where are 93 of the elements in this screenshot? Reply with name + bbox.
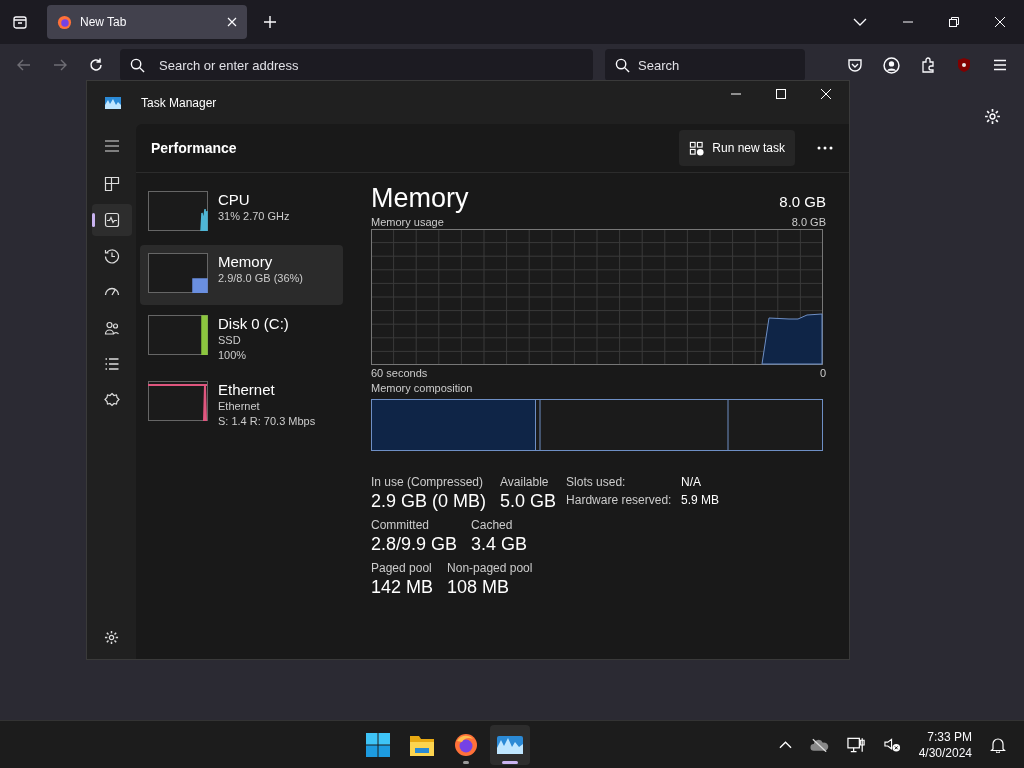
extensions-icon[interactable] <box>920 57 936 73</box>
stat-label: Paged pool <box>371 561 433 575</box>
stat-value: 142 MB <box>371 577 434 598</box>
resource-item[interactable]: Ethernet Ethernet S: 1.4 R: 70.3 Mbps <box>140 373 343 437</box>
mini-graph <box>148 315 208 355</box>
maximize-icon[interactable] <box>776 88 786 99</box>
chevron-up-icon[interactable] <box>778 740 792 749</box>
browser-icon <box>454 732 479 757</box>
stat-label: Non-paged pool <box>447 561 533 575</box>
mini-graph <box>148 191 208 231</box>
total-memory: 8.0 GB <box>779 193 826 210</box>
search-bar[interactable]: Search <box>605 49 805 81</box>
stat-label: Cached <box>471 518 514 532</box>
address-bar[interactable]: Search or enter address <box>120 49 593 81</box>
mini-graph <box>148 253 208 293</box>
composition-label: Memory composition <box>371 382 473 394</box>
resource-name: Ethernet <box>218 381 276 399</box>
more-icon[interactable] <box>817 146 833 150</box>
history-icon <box>103 248 120 264</box>
info-value: N/A <box>681 475 703 489</box>
browser-tab[interactable]: New Tab <box>47 5 247 39</box>
processes-icon <box>103 176 120 192</box>
clock-time[interactable]: 7:33 PM <box>927 728 972 745</box>
run-new-task-button[interactable]: Run new task <box>679 130 795 166</box>
tab-title: New Tab <box>80 15 128 29</box>
resource-name: Disk 0 (C:) <box>218 315 289 333</box>
resource-item[interactable]: Memory 2.9/8.0 GB (36%) <box>140 245 343 305</box>
detail-title: Memory <box>371 183 469 214</box>
back-icon[interactable] <box>16 57 32 73</box>
resource-name: Memory <box>218 253 274 271</box>
clock-date[interactable]: 4/30/2024 <box>918 744 972 761</box>
settings-icon <box>104 629 119 645</box>
users-icon <box>103 320 120 336</box>
resource-detail: 31% 2.70 GHz <box>218 209 290 224</box>
network-icon[interactable] <box>846 736 866 753</box>
chevron-down-icon[interactable] <box>853 18 867 26</box>
account-icon[interactable] <box>883 56 900 74</box>
graph-max-label: 8.0 GB <box>791 216 826 228</box>
mini-graph <box>148 381 208 421</box>
stat-value: 2.9 GB (0 MB) <box>371 491 487 512</box>
search-icon <box>130 57 145 73</box>
info-value: 5.9 MB <box>681 493 720 507</box>
stat-label: Available <box>500 475 550 489</box>
window-title: Task Manager <box>141 95 217 110</box>
axis-label: 0 <box>819 367 826 379</box>
volume-muted-icon[interactable] <box>883 736 901 753</box>
tab-overview-icon[interactable] <box>12 14 28 30</box>
resource-detail: SSD <box>218 333 242 348</box>
reload-icon[interactable] <box>88 57 104 73</box>
stat-label: Committed <box>371 518 430 532</box>
notification-icon[interactable] <box>990 736 1006 753</box>
menu-icon[interactable] <box>992 57 1008 73</box>
nav-item[interactable] <box>91 204 132 236</box>
stat-label: In use (Compressed) <box>371 475 485 489</box>
resource-detail: S: 1.4 R: 70.3 Mbps <box>218 414 316 429</box>
resource-name: CPU <box>218 191 251 209</box>
address-field[interactable]: Search or enter address <box>159 53 583 77</box>
pocket-icon[interactable] <box>847 57 863 73</box>
forward-icon[interactable] <box>52 57 68 73</box>
stat-value: 5.0 GB <box>500 491 557 512</box>
settings-icon[interactable] <box>984 108 1001 125</box>
close-icon[interactable] <box>995 17 1005 27</box>
task-manager-icon <box>497 735 524 754</box>
axis-label: 60 seconds <box>371 367 428 379</box>
resource-item[interactable]: CPU 31% 2.70 GHz <box>140 183 343 243</box>
close-icon[interactable] <box>821 88 831 99</box>
stat-value: 3.4 GB <box>471 534 528 555</box>
task-manager-icon <box>105 96 121 109</box>
close-icon[interactable] <box>227 17 237 27</box>
browser-logo-icon <box>57 14 72 30</box>
resource-detail: 2.9/8.0 GB (36%) <box>218 271 303 286</box>
shield-icon[interactable] <box>956 57 972 73</box>
taskbar-app[interactable] <box>490 724 531 765</box>
performance-icon <box>103 212 120 228</box>
resource-item[interactable]: Disk 0 (C:) SSD 100% <box>140 307 343 371</box>
folder-icon <box>410 733 435 756</box>
details-icon <box>103 356 120 372</box>
resource-detail: Ethernet <box>218 399 261 414</box>
start-icon <box>366 732 391 757</box>
stat-value: 2.8/9.9 GB <box>371 534 458 555</box>
info-label: Slots used: <box>566 475 627 489</box>
new-task-icon <box>689 140 705 156</box>
services-icon <box>103 392 120 408</box>
info-label: Hardware reserved: <box>566 493 673 507</box>
stat-value: 108 MB <box>447 577 511 598</box>
search-icon <box>615 57 630 73</box>
restore-icon[interactable] <box>949 17 959 27</box>
cloud-off-icon[interactable] <box>809 737 829 752</box>
search-field[interactable]: Search <box>638 53 795 77</box>
resource-detail: 100% <box>218 348 248 363</box>
new-tab-icon[interactable] <box>263 15 277 29</box>
graph-label: Memory usage <box>371 216 444 228</box>
page-title: Performance <box>151 140 237 156</box>
